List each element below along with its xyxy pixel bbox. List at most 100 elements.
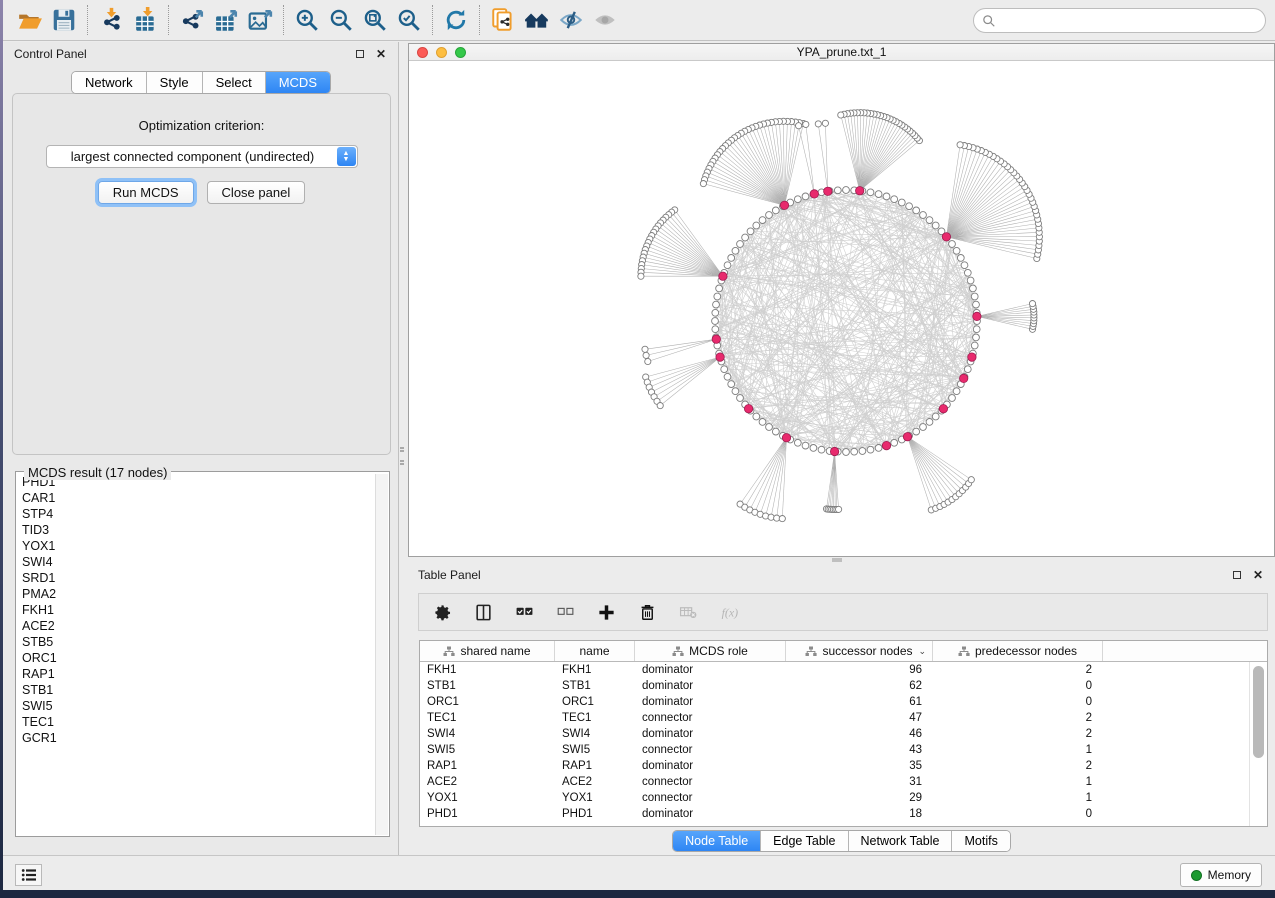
tab-node-table[interactable]: Node Table [673,831,761,851]
zoom-selected-icon [396,7,422,33]
splitter-grip-icon [400,447,404,465]
close-panel-button[interactable]: ✕ [374,47,388,61]
import-table-button[interactable] [128,5,162,35]
float-table-panel-button[interactable] [1230,568,1244,582]
column-header-name[interactable]: name [555,641,635,661]
add-column-button[interactable] [597,603,616,622]
mcds-result-item[interactable]: CAR1 [22,490,374,506]
tab-select[interactable]: Select [203,72,266,93]
close-panel-button-mcds[interactable]: Close panel [207,181,306,204]
mcds-result-item[interactable]: TID3 [22,522,374,538]
table-row[interactable]: FKH1FKH1dominator962 [420,662,1267,678]
export-image-button[interactable] [243,5,277,35]
mcds-result-item[interactable]: STB1 [22,682,374,698]
close-window-icon[interactable] [417,47,428,58]
mcds-result-item[interactable]: FKH1 [22,602,374,618]
open-file-button[interactable] [13,5,47,35]
mcds-result-item[interactable]: ACE2 [22,618,374,634]
table-cell: 2 [933,662,1103,678]
mcds-result-item[interactable]: TEC1 [22,714,374,730]
table-row[interactable]: YOX1YOX1connector291 [420,790,1267,806]
table-row[interactable]: PHD1PHD1dominator180 [420,806,1267,822]
delete-column-button[interactable] [638,603,657,622]
deselect-all-button[interactable] [556,603,575,622]
hide-eye-button[interactable] [554,5,588,35]
hide-column-icon [679,603,698,622]
mcds-result-item[interactable]: STP4 [22,506,374,522]
mcds-list-scrollbar[interactable] [375,474,388,835]
select-all-button[interactable] [515,603,534,622]
zoom-fit-button[interactable] [358,5,392,35]
table-row[interactable]: STB1STB1dominator620 [420,678,1267,694]
table-row[interactable]: ORC1ORC1dominator610 [420,694,1267,710]
mcds-result-item[interactable]: SRD1 [22,570,374,586]
memory-button[interactable]: Memory [1180,863,1262,887]
mcds-result-item[interactable]: PMA2 [22,586,374,602]
node-table[interactable]: shared namenameMCDS rolesuccessor nodes⌄… [419,640,1268,827]
tab-network[interactable]: Network [72,72,147,93]
table-cell: 1 [933,742,1103,758]
table-row[interactable]: SWI4SWI4dominator462 [420,726,1267,742]
mcds-result-item[interactable]: SWI5 [22,698,374,714]
table-row[interactable]: RAP1RAP1dominator352 [420,758,1267,774]
table-row[interactable]: ACE2ACE2connector311 [420,774,1267,790]
column-label: predecessor nodes [975,644,1077,658]
float-panel-button[interactable] [353,47,367,61]
optimization-criterion-select[interactable]: largest connected component (undirected)… [46,145,358,168]
mcds-result-item[interactable]: SWI4 [22,554,374,570]
mcds-result-item[interactable]: GCR1 [22,730,374,746]
function-builder-button: f(x) [720,603,739,622]
export-network-button[interactable] [175,5,209,35]
column-header-predecessor-nodes[interactable]: predecessor nodes [933,641,1103,661]
save-session-button[interactable] [47,5,81,35]
tab-network-table[interactable]: Network Table [849,831,953,851]
mcds-result-item[interactable]: STB5 [22,634,374,650]
refresh-layout-button[interactable] [439,5,473,35]
home-button[interactable] [520,5,554,35]
table-scrollbar[interactable] [1253,666,1264,758]
table-cell: SWI4 [555,726,635,742]
optimization-criterion-label: Optimization criterion: [13,118,390,133]
search-box[interactable] [973,8,1266,33]
network-canvas[interactable] [409,61,1274,556]
table-cell: SWI5 [555,742,635,758]
zoom-in-button[interactable] [290,5,324,35]
task-history-button[interactable] [15,864,42,886]
mcds-result-item[interactable]: YOX1 [22,538,374,554]
table-settings-gear-button[interactable] [433,603,452,622]
table-row[interactable]: TEC1TEC1connector472 [420,710,1267,726]
export-network-icon [179,7,205,33]
column-layout-button[interactable] [474,603,493,622]
run-mcds-button[interactable]: Run MCDS [98,181,194,204]
zoom-out-button[interactable] [324,5,358,35]
vertical-splitter[interactable] [399,42,405,855]
splitter-grip-icon [832,558,842,562]
table-cell: dominator [635,758,786,774]
export-table-button[interactable] [209,5,243,35]
sort-chevron-icon[interactable]: ⌄ [918,646,926,657]
tab-edge-table[interactable]: Edge Table [761,831,848,851]
tab-style[interactable]: Style [147,72,203,93]
import-network-button[interactable] [94,5,128,35]
memory-status-icon [1191,870,1202,881]
table-cell: STB1 [555,678,635,694]
column-header-MCDS-role[interactable]: MCDS role [635,641,786,661]
mcds-result-list[interactable]: PHD1CAR1STP4TID3YOX1SWI4SRD1PMA2FKH1ACE2… [17,474,374,835]
close-table-panel-button[interactable]: ✕ [1251,568,1265,582]
tab-motifs[interactable]: Motifs [952,831,1009,851]
table-cell: YOX1 [420,790,555,806]
table-cell: dominator [635,806,786,822]
mcds-result-item[interactable]: RAP1 [22,666,374,682]
network-window-titlebar[interactable]: YPA_prune.txt_1 [409,44,1274,61]
zoom-selected-button[interactable] [392,5,426,35]
tab-mcds[interactable]: MCDS [266,72,330,93]
minimize-window-icon[interactable] [436,47,447,58]
table-row[interactable]: SWI5SWI5connector431 [420,742,1267,758]
column-header-successor-nodes[interactable]: successor nodes⌄ [786,641,933,661]
table-cell: 62 [786,678,933,694]
column-header-shared-name[interactable]: shared name [420,641,555,661]
search-input[interactable] [996,14,1265,28]
maximize-window-icon[interactable] [455,47,466,58]
new-network-from-selection-button[interactable] [486,5,520,35]
mcds-result-item[interactable]: ORC1 [22,650,374,666]
